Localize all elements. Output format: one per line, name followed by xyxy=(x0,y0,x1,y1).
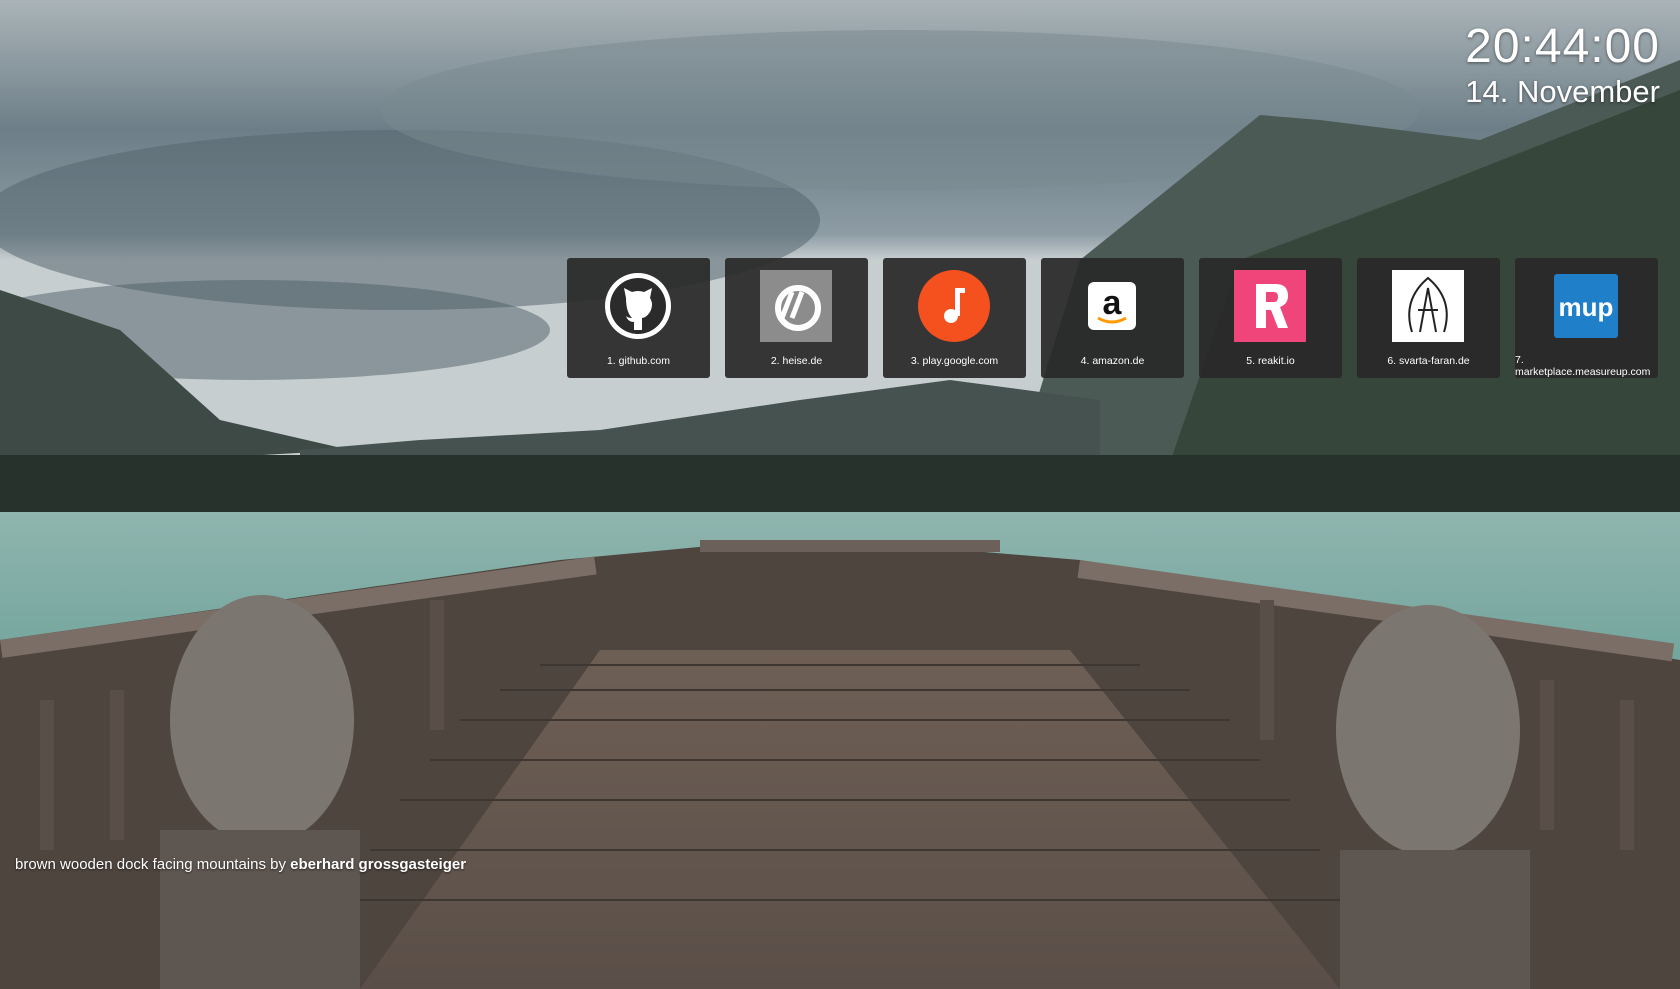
shortcut-label: 7. marketplace.measureup.com xyxy=(1515,354,1651,378)
shortcut-label: 2. heise.de xyxy=(770,355,823,367)
shortcut-label: 6. svarta-faran.de xyxy=(1387,355,1470,367)
photo-credit: brown wooden dock facing mountains by eb… xyxy=(15,856,466,873)
shortcut-heise[interactable]: 2. heise.de xyxy=(725,258,868,378)
shortcut-svarta-faran[interactable]: 6. svarta-faran.de xyxy=(1357,258,1500,378)
measureup-icon: mup xyxy=(1550,270,1622,342)
photo-author-link[interactable]: eberhard grossgasteiger xyxy=(290,856,466,873)
shortcut-label: 1. github.com xyxy=(606,355,671,367)
shortcut-label: 5. reakit.io xyxy=(1246,355,1295,367)
shortcut-label: 3. play.google.com xyxy=(910,355,999,367)
photo-caption: brown wooden dock facing mountains by xyxy=(15,856,291,873)
reakit-icon xyxy=(1234,270,1306,342)
shortcut-measureup[interactable]: mup 7. marketplace.measureup.com xyxy=(1515,258,1658,378)
shortcut-tiles: 1. github.com 2. heise.de 3. play.google… xyxy=(567,258,1658,378)
heise-icon xyxy=(760,270,832,342)
google-play-music-icon xyxy=(918,270,990,342)
github-icon xyxy=(602,270,674,342)
shortcut-reakit[interactable]: 5. reakit.io xyxy=(1199,258,1342,378)
shortcut-amazon[interactable]: a 4. amazon.de xyxy=(1041,258,1184,378)
clock-widget: 20:44:00 14. November xyxy=(1465,20,1660,110)
svarta-faran-icon xyxy=(1392,270,1464,342)
clock-date: 14. November xyxy=(1465,74,1660,109)
shortcut-label: 4. amazon.de xyxy=(1080,355,1145,367)
clock-time: 20:44:00 xyxy=(1465,20,1660,73)
amazon-icon: a xyxy=(1076,270,1148,342)
wallpaper-image xyxy=(0,0,1680,989)
svg-text:a: a xyxy=(1103,284,1123,322)
shortcut-play-google[interactable]: 3. play.google.com xyxy=(883,258,1026,378)
measureup-logo-text: mup xyxy=(1559,292,1614,322)
shortcut-github[interactable]: 1. github.com xyxy=(567,258,710,378)
